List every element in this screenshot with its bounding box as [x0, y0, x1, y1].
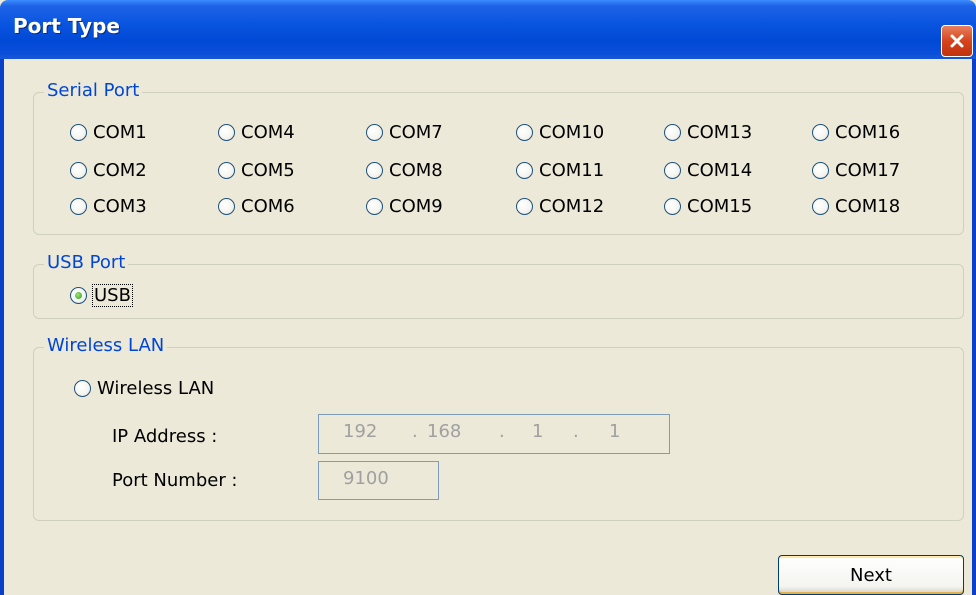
radio-com1[interactable]: COM1 [70, 120, 147, 144]
ip-octet-3: 1 [532, 421, 544, 442]
radio-label: COM16 [835, 121, 901, 143]
radio-usb[interactable]: USB [70, 283, 133, 307]
radio-label: COM3 [93, 195, 147, 217]
ip-octet-2: 168 [427, 421, 462, 442]
radio-com7[interactable]: COM7 [366, 120, 443, 144]
ip-address-field[interactable]: 192 . 168 . 1 . 1 [318, 414, 670, 454]
radio-circle-icon [70, 161, 87, 179]
radio-com2[interactable]: COM2 [70, 158, 147, 182]
radio-label: COM13 [687, 121, 753, 143]
radio-com10[interactable]: COM10 [516, 120, 604, 144]
radio-circle-icon [664, 123, 681, 141]
radio-com12[interactable]: COM12 [516, 194, 604, 218]
radio-circle-icon [366, 123, 383, 141]
radio-label: COM15 [687, 195, 753, 217]
radio-circle-icon [516, 161, 533, 179]
radio-label: COM14 [687, 159, 753, 181]
radio-com13[interactable]: COM13 [664, 120, 752, 144]
radio-label: COM12 [539, 195, 605, 217]
radio-wireless-lan[interactable]: Wireless LAN [74, 376, 214, 400]
ip-octet-1: 192 [343, 421, 378, 442]
radio-circle-icon [812, 161, 829, 179]
close-button[interactable] [941, 25, 973, 57]
port-number-value: 9100 [343, 468, 389, 489]
radio-label: COM8 [389, 159, 443, 181]
radio-circle-icon [218, 123, 235, 141]
radio-com16[interactable]: COM16 [812, 120, 900, 144]
radio-label: COM17 [835, 159, 901, 181]
radio-com3[interactable]: COM3 [70, 194, 147, 218]
radio-com4[interactable]: COM4 [218, 120, 295, 144]
radio-com5[interactable]: COM5 [218, 158, 295, 182]
radio-com9[interactable]: COM9 [366, 194, 443, 218]
ip-address-label: IP Address : [112, 426, 218, 447]
wireless-lan-legend: Wireless LAN [44, 336, 168, 356]
radio-com8[interactable]: COM8 [366, 158, 443, 182]
radio-label: COM9 [389, 195, 443, 217]
radio-com18[interactable]: COM18 [812, 194, 900, 218]
ip-dot-separator: . [499, 421, 505, 442]
ip-dot-separator: . [412, 421, 418, 442]
radio-circle-icon [516, 123, 533, 141]
radio-label: COM10 [539, 121, 605, 143]
radio-com14[interactable]: COM14 [664, 158, 752, 182]
radio-label: COM2 [93, 159, 147, 181]
radio-label: COM6 [241, 195, 295, 217]
radio-circle-icon [664, 161, 681, 179]
radio-circle-icon [812, 123, 829, 141]
radio-label: COM11 [539, 159, 605, 181]
window-title: Port Type [13, 14, 120, 38]
title-bar: Port Type [0, 0, 976, 59]
port-number-label: Port Number : [112, 470, 238, 491]
usb-port-legend: USB Port [44, 253, 129, 273]
radio-circle-icon [664, 197, 681, 215]
radio-com17[interactable]: COM17 [812, 158, 900, 182]
radio-circle-icon [218, 197, 235, 215]
radio-circle-icon [70, 197, 87, 215]
radio-label: USB [92, 283, 133, 307]
radio-com15[interactable]: COM15 [664, 194, 752, 218]
serial-port-legend: Serial Port [44, 81, 143, 101]
window-right-border [972, 59, 976, 595]
radio-circle-icon [218, 161, 235, 179]
usb-port-group [33, 264, 964, 319]
radio-circle-icon [366, 197, 383, 215]
radio-label: COM1 [93, 121, 147, 143]
ip-dot-separator: . [573, 421, 579, 442]
radio-label: COM5 [241, 159, 295, 181]
radio-circle-icon [70, 123, 87, 141]
window-left-border [0, 59, 4, 595]
radio-com11[interactable]: COM11 [516, 158, 604, 182]
radio-circle-icon [366, 161, 383, 179]
radio-circle-icon [812, 197, 829, 215]
ip-octet-4: 1 [609, 421, 621, 442]
radio-circle-icon [74, 379, 91, 397]
radio-label: COM7 [389, 121, 443, 143]
radio-label: COM4 [241, 121, 295, 143]
radio-label: Wireless LAN [97, 377, 215, 399]
radio-circle-icon [516, 197, 533, 215]
radio-selected-icon [70, 286, 87, 304]
next-button[interactable]: Next [778, 555, 964, 595]
radio-label: COM18 [835, 195, 901, 217]
port-number-field[interactable]: 9100 [318, 461, 439, 500]
close-icon [950, 34, 964, 48]
radio-com6[interactable]: COM6 [218, 194, 295, 218]
